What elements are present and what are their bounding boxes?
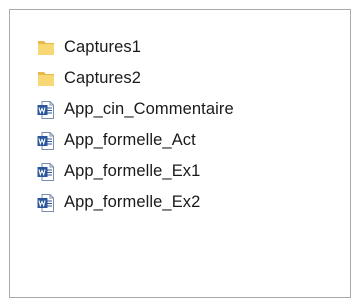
folder-icon [38, 40, 54, 55]
file-item-captures1[interactable]: Captures1 [36, 32, 234, 63]
file-name: App_formelle_Act [64, 131, 196, 149]
word-document-icon [37, 131, 54, 150]
file-name: Captures1 [64, 38, 142, 56]
word-document-icon [37, 193, 54, 212]
file-list: Captures1 Captures2 App_cin_Commentaire [36, 32, 234, 218]
file-name: App_formelle_Ex1 [64, 162, 201, 180]
file-item-app-cin-commentaire[interactable]: App_cin_Commentaire [36, 94, 234, 125]
file-item-app-formelle-ex2[interactable]: App_formelle_Ex2 [36, 187, 234, 218]
file-name: App_cin_Commentaire [64, 100, 234, 118]
file-item-captures2[interactable]: Captures2 [36, 63, 234, 94]
file-name: Captures2 [64, 69, 142, 87]
file-list-panel: Captures1 Captures2 App_cin_Commentaire [9, 9, 351, 298]
word-document-icon [37, 100, 54, 119]
word-document-icon [37, 162, 54, 181]
file-item-app-formelle-ex1[interactable]: App_formelle_Ex1 [36, 156, 234, 187]
file-item-app-formelle-act[interactable]: App_formelle_Act [36, 125, 234, 156]
folder-icon [38, 71, 54, 86]
file-name: App_formelle_Ex2 [64, 193, 201, 211]
